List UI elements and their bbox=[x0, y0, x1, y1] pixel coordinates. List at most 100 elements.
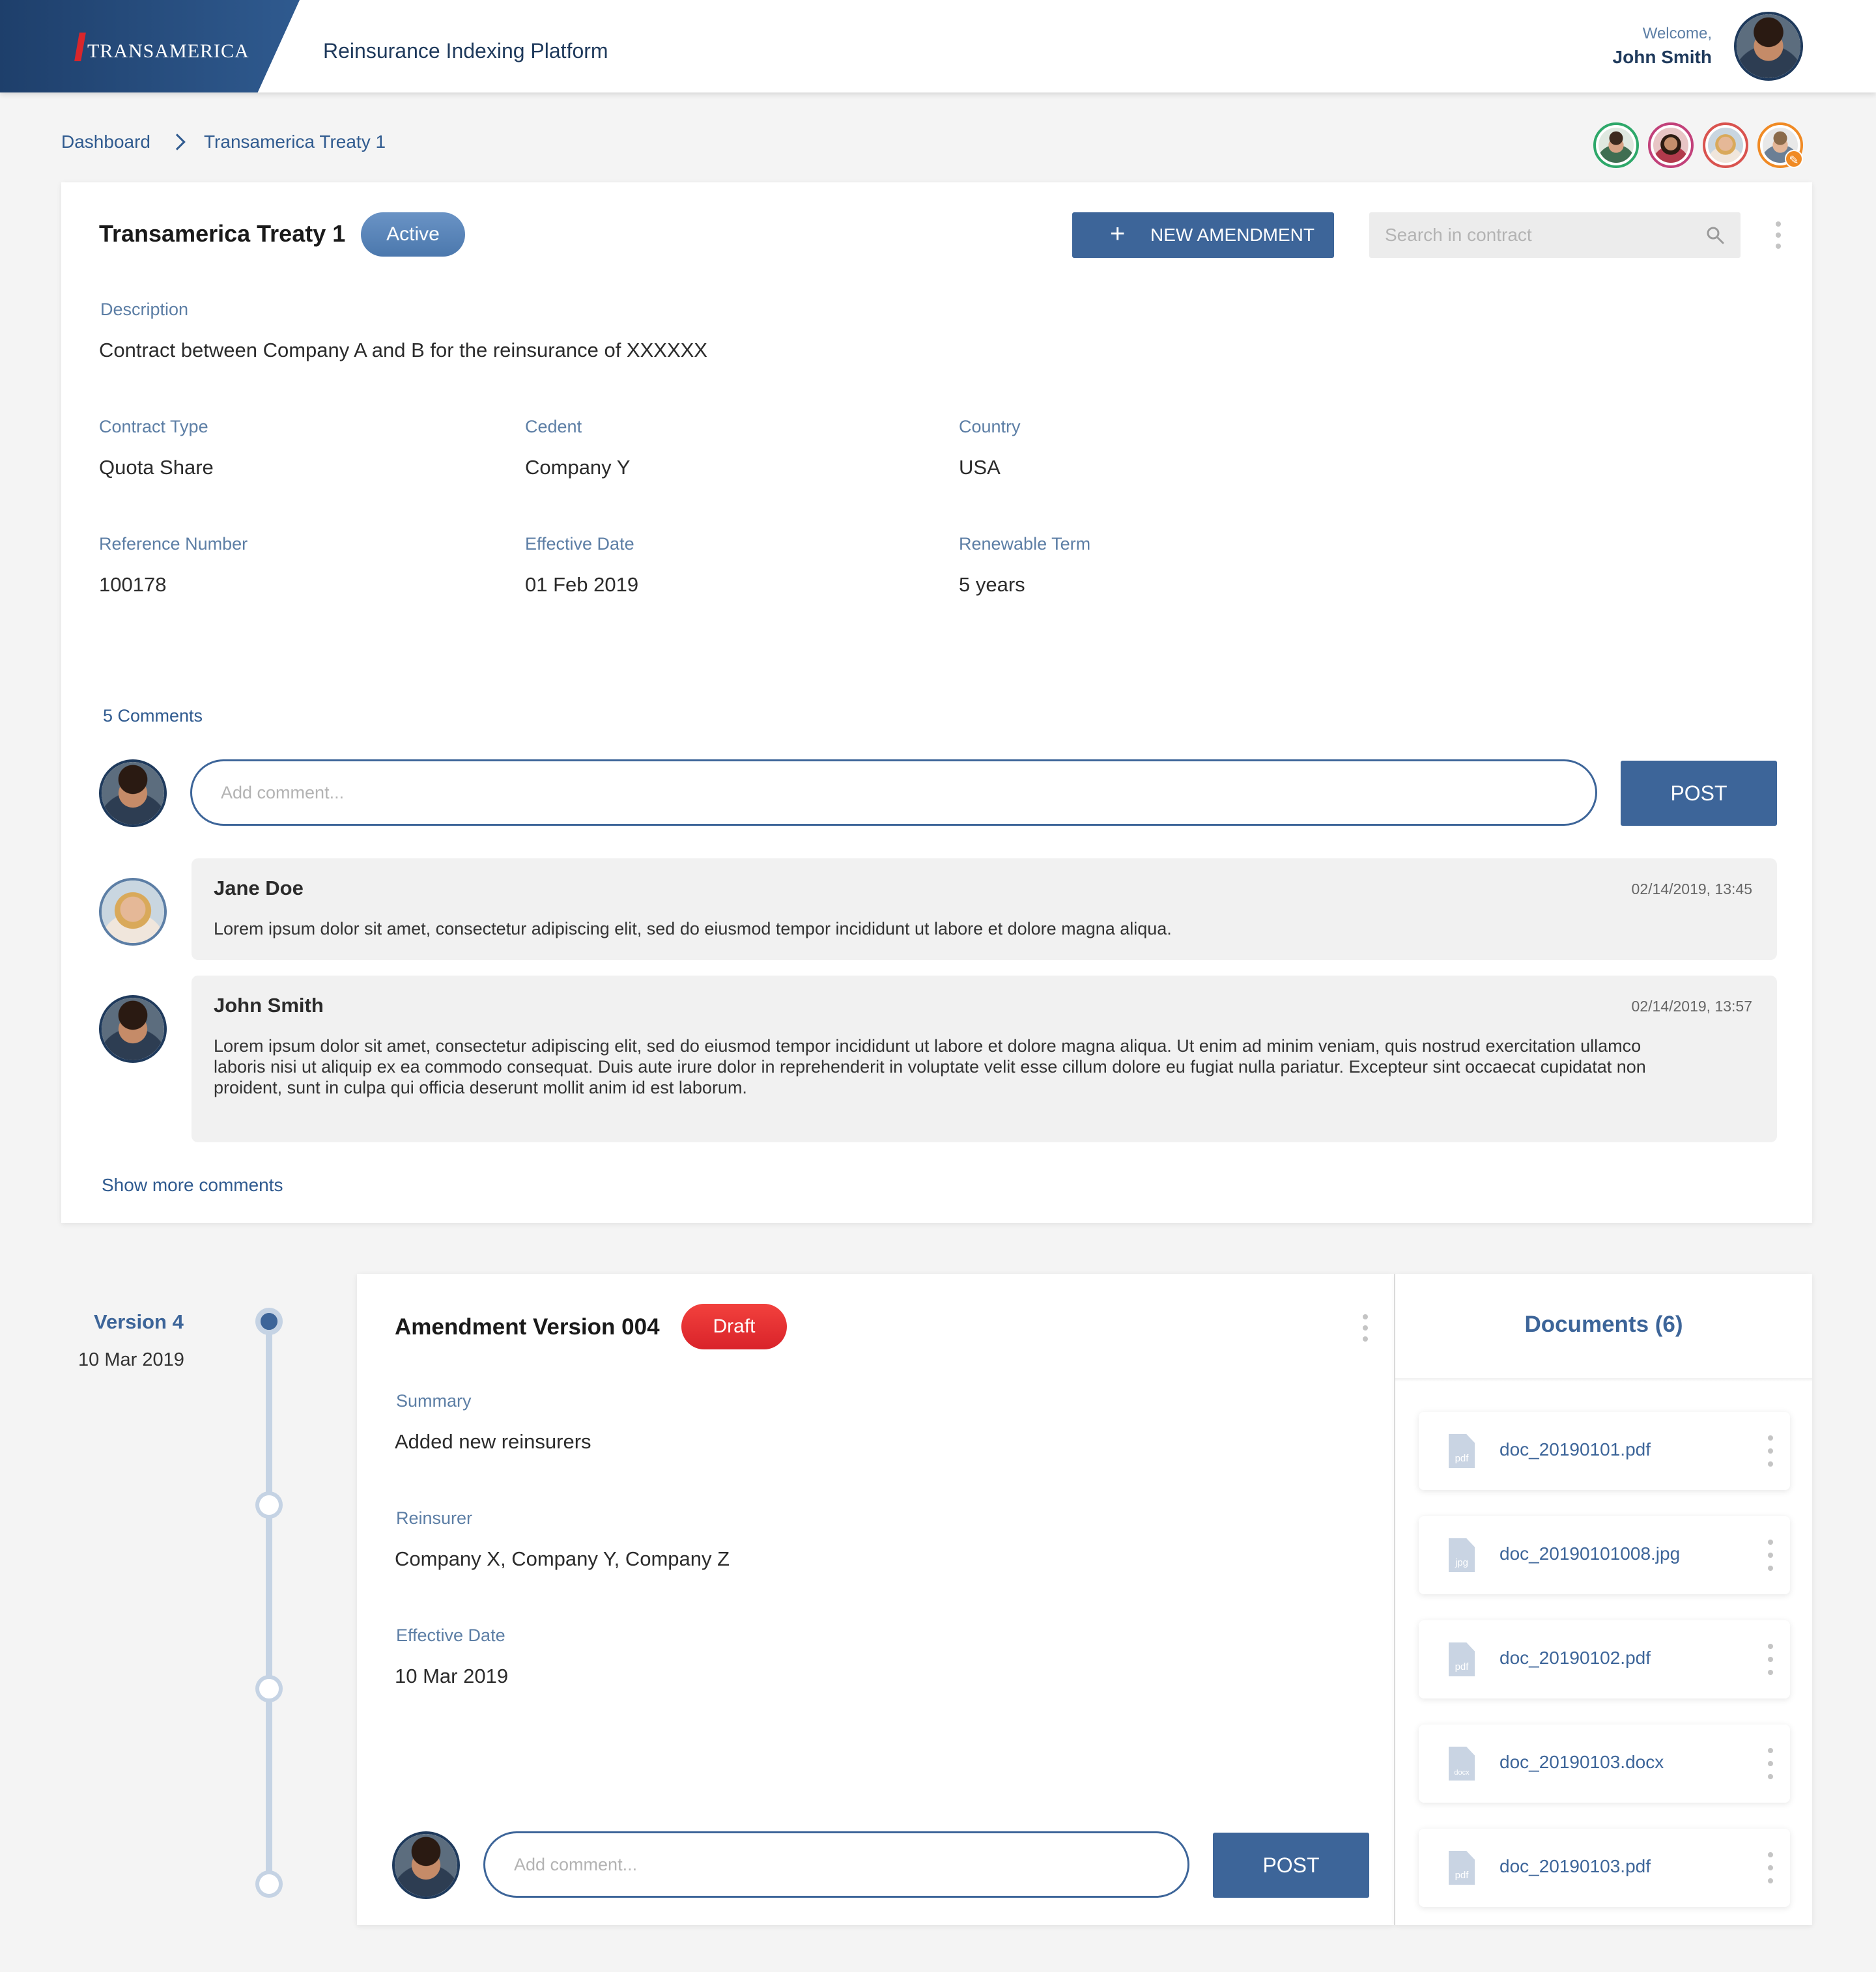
document-item[interactable]: docx doc_20190103.docx bbox=[1419, 1725, 1790, 1803]
amendment-comment-input[interactable] bbox=[485, 1833, 1187, 1896]
collaborator-avatar-image bbox=[1708, 128, 1743, 163]
documents-card: Documents (6) pdf doc_20190101.pdf jpg d… bbox=[1395, 1274, 1812, 1925]
current-user-avatar-image bbox=[395, 1834, 457, 1896]
document-name[interactable]: doc_20190103.pdf bbox=[1499, 1856, 1651, 1877]
timeline-node[interactable] bbox=[255, 1675, 283, 1702]
comment-author: John Smith bbox=[214, 994, 324, 1017]
commenter-avatar-image bbox=[102, 998, 164, 1060]
effective-date-label: Effective Date bbox=[525, 534, 634, 554]
file-ext: pdf bbox=[1455, 1870, 1469, 1881]
renewable-term-value: 5 years bbox=[959, 573, 1025, 596]
current-user-avatar bbox=[99, 759, 167, 827]
breadcrumb-dashboard[interactable]: Dashboard bbox=[61, 132, 150, 152]
document-name[interactable]: doc_20190102.pdf bbox=[1499, 1648, 1651, 1669]
brand-mark-icon bbox=[74, 33, 86, 61]
user-avatar-image bbox=[1737, 14, 1800, 78]
document-item[interactable]: jpg doc_20190101008.jpg bbox=[1419, 1516, 1790, 1594]
document-name[interactable]: doc_20190101.pdf bbox=[1499, 1439, 1651, 1460]
document-name[interactable]: doc_20190101008.jpg bbox=[1499, 1543, 1680, 1564]
country-value: USA bbox=[959, 456, 1001, 479]
timeline-node[interactable] bbox=[255, 1870, 283, 1898]
more-options-icon[interactable] bbox=[1767, 1644, 1774, 1675]
collaborator-avatar-image bbox=[1599, 128, 1634, 163]
contract-title: Transamerica Treaty 1 bbox=[99, 220, 346, 247]
pdf-file-icon: pdf bbox=[1449, 1642, 1475, 1676]
user-name: John Smith bbox=[1612, 47, 1712, 67]
collaborator-avatar[interactable] bbox=[1593, 122, 1639, 168]
comment-item: Jane Doe 02/14/2019, 13:45 Lorem ipsum d… bbox=[192, 858, 1777, 960]
comment-timestamp: 02/14/2019, 13:57 bbox=[1631, 998, 1752, 1015]
comment-text: Lorem ipsum dolor sit amet, consectetur … bbox=[214, 1036, 1646, 1097]
amendment-title: Amendment Version 004 bbox=[395, 1314, 660, 1340]
comment-item: John Smith 02/14/2019, 13:57 Lorem ipsum… bbox=[192, 976, 1777, 1142]
chevron-right-icon bbox=[169, 134, 186, 150]
more-options-icon[interactable] bbox=[1767, 1435, 1774, 1467]
pdf-file-icon: pdf bbox=[1449, 1851, 1475, 1885]
more-options-icon[interactable] bbox=[1774, 221, 1782, 249]
welcome-label: Welcome, bbox=[1642, 25, 1712, 42]
contract-search bbox=[1369, 212, 1741, 258]
more-options-icon[interactable] bbox=[1767, 1540, 1774, 1571]
brand-name: TRANSAMERICA bbox=[87, 40, 249, 62]
file-ext: jpg bbox=[1455, 1557, 1469, 1568]
effective-date-value: 01 Feb 2019 bbox=[525, 573, 639, 596]
collaborator-avatar[interactable] bbox=[1648, 122, 1694, 168]
comment-input[interactable] bbox=[192, 761, 1595, 824]
reference-number-value: 100178 bbox=[99, 573, 167, 596]
user-avatar[interactable] bbox=[1734, 12, 1803, 81]
app-title: Reinsurance Indexing Platform bbox=[323, 39, 608, 63]
jpg-file-icon: jpg bbox=[1449, 1538, 1475, 1572]
contract-card: Transamerica Treaty 1 Active + NEW AMEND… bbox=[61, 182, 1812, 1223]
summary-label: Summary bbox=[396, 1391, 472, 1411]
timeline-node-active[interactable] bbox=[255, 1308, 283, 1335]
status-badge-active: Active bbox=[361, 212, 465, 257]
amendment-post-button[interactable]: POST bbox=[1213, 1833, 1369, 1898]
search-icon[interactable] bbox=[1705, 225, 1725, 245]
document-name[interactable]: doc_20190103.docx bbox=[1499, 1752, 1664, 1773]
plus-icon: + bbox=[1110, 219, 1126, 248]
status-badge-draft: Draft bbox=[681, 1304, 787, 1349]
search-input[interactable] bbox=[1369, 212, 1682, 258]
commenter-avatar bbox=[99, 995, 167, 1063]
more-options-icon[interactable] bbox=[1361, 1314, 1369, 1342]
breadcrumb-treaty[interactable]: Transamerica Treaty 1 bbox=[204, 132, 386, 152]
commenter-avatar bbox=[99, 878, 167, 946]
commenter-avatar-image bbox=[102, 880, 164, 943]
cedent-label: Cedent bbox=[525, 417, 582, 436]
summary-value: Added new reinsurers bbox=[395, 1430, 591, 1453]
brand-logo[interactable]: TRANSAMERICA bbox=[0, 0, 300, 92]
current-user-avatar-image bbox=[102, 762, 164, 824]
timeline-node[interactable] bbox=[255, 1491, 283, 1519]
comment-timestamp: 02/14/2019, 13:45 bbox=[1631, 880, 1752, 897]
contract-type-label: Contract Type bbox=[99, 417, 208, 436]
collaborator-avatar[interactable] bbox=[1703, 122, 1748, 168]
show-more-comments-link[interactable]: Show more comments bbox=[102, 1175, 283, 1196]
collaborator-avatar-editing[interactable]: ✎ bbox=[1757, 122, 1803, 168]
file-ext: pdf bbox=[1455, 1453, 1469, 1464]
collaborator-avatar-image bbox=[1653, 128, 1688, 163]
comment-text: Lorem ipsum dolor sit amet, consectetur … bbox=[214, 919, 1172, 938]
pencil-icon: ✎ bbox=[1785, 150, 1803, 168]
country-label: Country bbox=[959, 417, 1021, 436]
document-item[interactable]: pdf doc_20190103.pdf bbox=[1419, 1829, 1790, 1907]
more-options-icon[interactable] bbox=[1767, 1748, 1774, 1779]
description-value: Contract between Company A and B for the… bbox=[99, 339, 707, 361]
docx-file-icon: docx bbox=[1449, 1747, 1475, 1781]
file-ext: pdf bbox=[1455, 1661, 1469, 1672]
documents-title: Documents (6) bbox=[1524, 1312, 1683, 1337]
contract-type-value: Quota Share bbox=[99, 456, 214, 479]
description-label: Description bbox=[100, 300, 189, 319]
more-options-icon[interactable] bbox=[1767, 1852, 1774, 1883]
comments-count[interactable]: 5 Comments bbox=[103, 706, 203, 726]
version-date: 10 Mar 2019 bbox=[78, 1349, 184, 1370]
post-comment-button[interactable]: POST bbox=[1621, 761, 1777, 826]
comment-input-wrapper bbox=[190, 759, 1597, 826]
timeline-track bbox=[266, 1322, 272, 1886]
top-header: TRANSAMERICA Reinsurance Indexing Platfo… bbox=[0, 0, 1876, 92]
file-ext: docx bbox=[1454, 1769, 1470, 1777]
document-item[interactable]: pdf doc_20190102.pdf bbox=[1419, 1620, 1790, 1698]
amendment-effective-date-label: Effective Date bbox=[396, 1626, 505, 1645]
version-label[interactable]: Version 4 bbox=[94, 1310, 184, 1334]
new-amendment-button[interactable]: + NEW AMENDMENT bbox=[1072, 212, 1334, 258]
document-item[interactable]: pdf doc_20190101.pdf bbox=[1419, 1412, 1790, 1490]
